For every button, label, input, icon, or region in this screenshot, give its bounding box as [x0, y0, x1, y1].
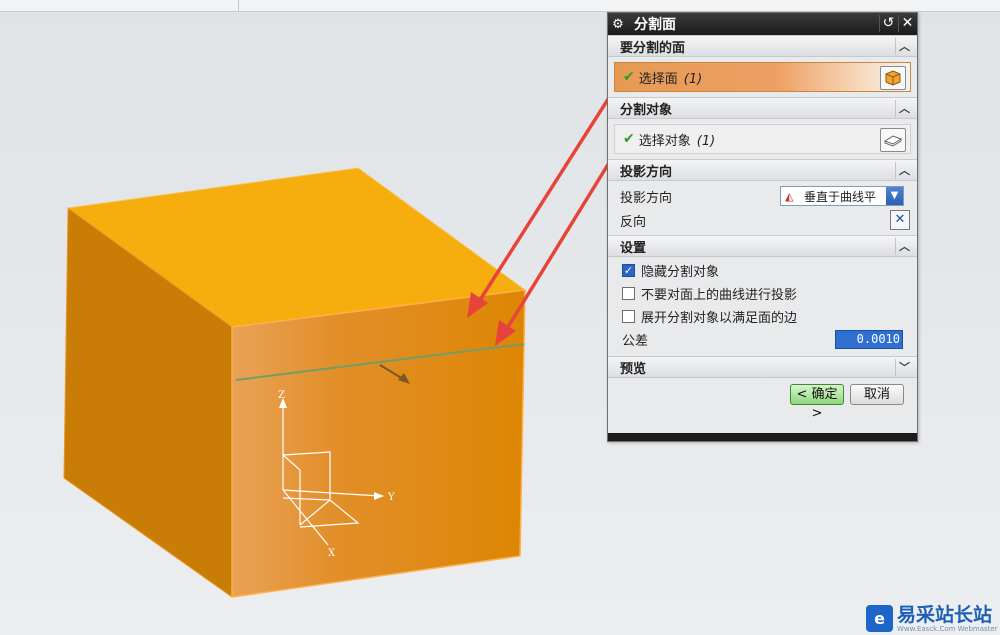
no-project-checkbox[interactable] — [622, 287, 635, 300]
split-face-dialog: ⚙ 分割面 ↺ ✕ 要分割的面 ︿ ✔ 选择面 (1) 分割对象 ︿ ✔ 选择对象… — [607, 12, 918, 442]
ok-button[interactable]: < 确定 > — [790, 384, 844, 421]
checkmark-icon: ✔ — [623, 69, 635, 85]
tolerance-label: 公差 — [622, 334, 649, 349]
dialog-titlebar: ⚙ 分割面 ↺ ✕ — [608, 13, 917, 35]
watermark-text: 易采站长站 Www.Easck.Com Webmaster — [897, 605, 998, 633]
reverse-direction-label: 反向 — [620, 214, 647, 230]
axis-label-z: Z — [278, 390, 285, 401]
projection-direction-dropdown[interactable]: ◭ 垂直于曲线平 ▼ — [780, 186, 904, 206]
select-object-row[interactable]: ✔ 选择对象 (1) — [614, 124, 911, 154]
hide-split-object-option[interactable]: ✓ 隐藏分割对象 — [608, 259, 917, 282]
no-project-label: 不要对面上的曲线进行投影 — [641, 288, 798, 303]
reverse-direction-icon[interactable]: ✕ — [890, 210, 910, 230]
chevron-down-icon[interactable]: ▼ — [886, 187, 903, 205]
axis-label-x: X — [328, 548, 336, 559]
section-face-to-split-header[interactable]: 要分割的面 ︿ — [608, 35, 917, 57]
select-face-row[interactable]: ✔ 选择面 (1) — [614, 62, 911, 92]
section-split-object-header[interactable]: 分割对象 ︿ — [608, 97, 917, 119]
chevron-up-icon[interactable]: ︿ — [895, 238, 913, 255]
chevron-up-icon[interactable]: ︿ — [895, 100, 913, 117]
section-projection-header[interactable]: 投影方向 ︿ — [608, 159, 917, 181]
dialog-footer-strip — [608, 433, 917, 441]
checkmark-icon: ✔ — [623, 131, 635, 147]
watermark-name: 易采站长站 — [897, 603, 993, 626]
expand-split-object-checkbox[interactable] — [622, 310, 635, 323]
section-title: 要分割的面 — [620, 40, 686, 56]
section-preview-header[interactable]: 预览 ﹀ — [608, 356, 917, 378]
section-title: 投影方向 — [620, 164, 673, 180]
gear-icon[interactable]: ⚙ — [608, 17, 628, 32]
reverse-direction-row: 反向 ✕ — [608, 208, 917, 232]
chevron-down-icon[interactable]: ﹀ — [895, 359, 913, 376]
chevron-up-icon[interactable]: ︿ — [895, 38, 913, 55]
close-icon[interactable]: ✕ — [898, 15, 916, 32]
tolerance-row: 公差 0.0010 — [608, 328, 917, 351]
reset-icon[interactable]: ↺ — [879, 15, 897, 32]
section-title: 设置 — [620, 240, 647, 256]
dialog-title: 分割面 — [634, 17, 676, 33]
projection-direction-value: 垂直于曲线平 — [804, 189, 877, 204]
projection-direction-row: 投影方向 ◭ 垂直于曲线平 ▼ — [608, 184, 917, 208]
section-settings-header[interactable]: 设置 ︿ — [608, 235, 917, 257]
watermark-logo-icon: e — [866, 605, 893, 632]
chevron-up-icon[interactable]: ︿ — [895, 162, 913, 179]
section-title: 预览 — [620, 361, 647, 377]
cancel-button[interactable]: 取消 — [850, 384, 904, 405]
object-select-icon[interactable] — [880, 128, 906, 152]
watermark-url: Www.Easck.Com Webmaster — [897, 624, 998, 633]
face-select-icon[interactable] — [880, 66, 906, 90]
hide-split-object-checkbox[interactable]: ✓ — [622, 264, 635, 277]
section-title: 分割对象 — [620, 102, 673, 118]
axis-label-y: Y — [387, 492, 395, 503]
projection-direction-label: 投影方向 — [620, 190, 673, 206]
curve-plane-icon: ◭ — [785, 189, 794, 203]
select-face-label: 选择面 (1) — [638, 71, 703, 87]
box-front-face[interactable] — [231, 289, 526, 598]
hide-split-object-label: 隐藏分割对象 — [641, 265, 720, 280]
expand-split-object-label: 展开分割对象以满足面的边 — [641, 311, 798, 326]
tolerance-input[interactable]: 0.0010 — [835, 330, 903, 349]
watermark: e 易采站长站 Www.Easck.Com Webmaster — [866, 602, 1000, 635]
expand-split-object-option[interactable]: 展开分割对象以满足面的边 — [608, 305, 917, 328]
select-object-label: 选择对象 (1) — [638, 133, 716, 149]
no-project-option[interactable]: 不要对面上的曲线进行投影 — [608, 282, 917, 305]
dialog-button-bar: < 确定 > 取消 — [608, 378, 917, 421]
